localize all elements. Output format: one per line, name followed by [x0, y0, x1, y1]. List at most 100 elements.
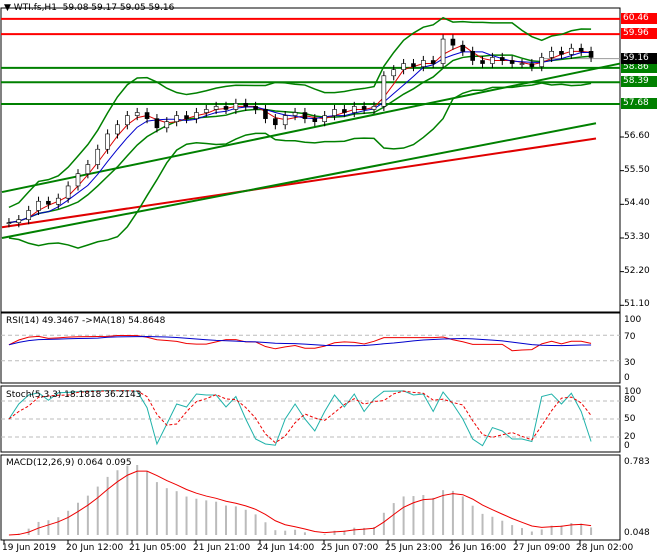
candle [312, 118, 318, 122]
ohlc-values: 59.08 59.17 59.05 59.16 [62, 3, 175, 13]
time-label: 21 Jun 05:00 [129, 543, 187, 553]
bollinger-lower [8, 82, 592, 249]
level-price-tag: 59.96 [621, 28, 657, 40]
candle [85, 164, 91, 175]
moving-average-200 [1, 137, 597, 229]
candle [75, 173, 81, 187]
fast-ma [8, 44, 592, 224]
candle [470, 51, 475, 61]
candle [332, 109, 337, 116]
rsi-title: RSI(14) 49.3467 ->MA(18) 54.8648 [6, 316, 166, 326]
rsi-axis-70: 70 [624, 332, 636, 342]
rsi-ma-line [8, 335, 592, 347]
candle [243, 103, 249, 107]
candle [184, 115, 189, 119]
candle [263, 109, 268, 119]
stoch-axis-80: 80 [624, 395, 636, 405]
candle [499, 57, 505, 61]
candle [460, 44, 466, 52]
time-label: 25 Jun 07:00 [321, 543, 379, 553]
candle [282, 115, 288, 126]
candle [154, 118, 160, 129]
candle [203, 109, 209, 113]
candle [26, 210, 31, 220]
candle [65, 185, 71, 199]
price-axis-label: 52.20 [624, 265, 650, 276]
time-label: 21 Jun 21:00 [193, 543, 251, 553]
price-axis-label: 55.50 [624, 164, 650, 175]
price-axis-label: 51.10 [624, 299, 650, 310]
candle [519, 63, 525, 65]
candle [411, 63, 416, 67]
candle [588, 51, 594, 58]
chart-canvas[interactable] [0, 0, 660, 560]
time-label: 20 Jun 12:00 [66, 543, 124, 553]
candle [144, 112, 150, 119]
symbol-header: ▼ WTI.fs,H1 59.08 59.17 59.05 59.16 [4, 3, 174, 13]
slow-ma [8, 51, 592, 224]
candle [490, 57, 495, 64]
candle [401, 63, 406, 70]
candle [509, 60, 515, 64]
candle [559, 51, 564, 55]
time-label: 27 Jun 09:00 [513, 543, 571, 553]
stoch-title: Stoch(5,3,3) 18.1818 36.2143 [6, 390, 142, 400]
candle [95, 148, 101, 165]
time-label: 25 Jun 23:00 [385, 543, 443, 553]
rsi-axis-30: 30 [624, 358, 636, 368]
candle [342, 109, 347, 113]
candle [46, 200, 51, 205]
candle [430, 60, 436, 64]
candle [302, 112, 308, 119]
price-axis-label: 53.30 [624, 231, 650, 242]
candle [578, 47, 584, 52]
candle [125, 115, 130, 126]
candle [115, 124, 120, 135]
candle [371, 106, 377, 110]
candle [36, 200, 41, 211]
candle [421, 60, 426, 67]
candle [16, 219, 22, 223]
time-label: 28 Jun 02:00 [576, 543, 634, 553]
candle [450, 38, 456, 46]
time-label: 24 Jun 14:00 [257, 543, 315, 553]
rsi-axis-0: 0 [624, 373, 630, 383]
candle [539, 57, 545, 67]
candle [529, 63, 535, 67]
candle [322, 115, 327, 123]
candle [194, 112, 199, 119]
macd-title: MACD(12,26,9) 0.064 0.095 [6, 458, 132, 468]
level-price-tag: 58.39 [621, 76, 657, 88]
candle [569, 47, 574, 55]
candle [381, 75, 387, 107]
candle [440, 38, 446, 64]
symbol-label: WTI.fs,H1 [13, 3, 57, 13]
bollinger-middle [8, 54, 592, 224]
candle [351, 106, 357, 113]
panel-frame [0, 7, 621, 313]
level-price-tag: 60.46 [621, 12, 657, 24]
level-price-tag: 57.68 [621, 97, 657, 109]
macd-signal-line [8, 470, 592, 536]
dropdown-triangle-icon[interactable]: ▼ [4, 3, 14, 13]
candle [361, 106, 367, 110]
candle [6, 222, 12, 224]
candle [213, 106, 219, 110]
time-label: 19 Jun 2019 [2, 543, 57, 553]
candle [105, 133, 110, 150]
candle [480, 60, 485, 64]
trading-chart-window: ▼ WTI.fs,H1 59.08 59.17 59.05 59.16 RSI(… [0, 0, 660, 560]
candle [174, 115, 179, 123]
price-axis-label: 54.40 [624, 198, 650, 209]
current-price-tag: 59.16 [621, 52, 657, 64]
macd-axis-max: 0.783 [624, 457, 650, 467]
time-label: 26 Jun 16:00 [449, 543, 507, 553]
candle [391, 69, 397, 77]
candle [549, 51, 554, 58]
candle [134, 112, 140, 116]
candle [164, 121, 170, 129]
candle [292, 112, 298, 116]
stoch-axis-50: 50 [624, 414, 636, 424]
stoch-axis-0: 0 [624, 441, 630, 451]
macd-axis-min: 0.048 [624, 528, 650, 538]
